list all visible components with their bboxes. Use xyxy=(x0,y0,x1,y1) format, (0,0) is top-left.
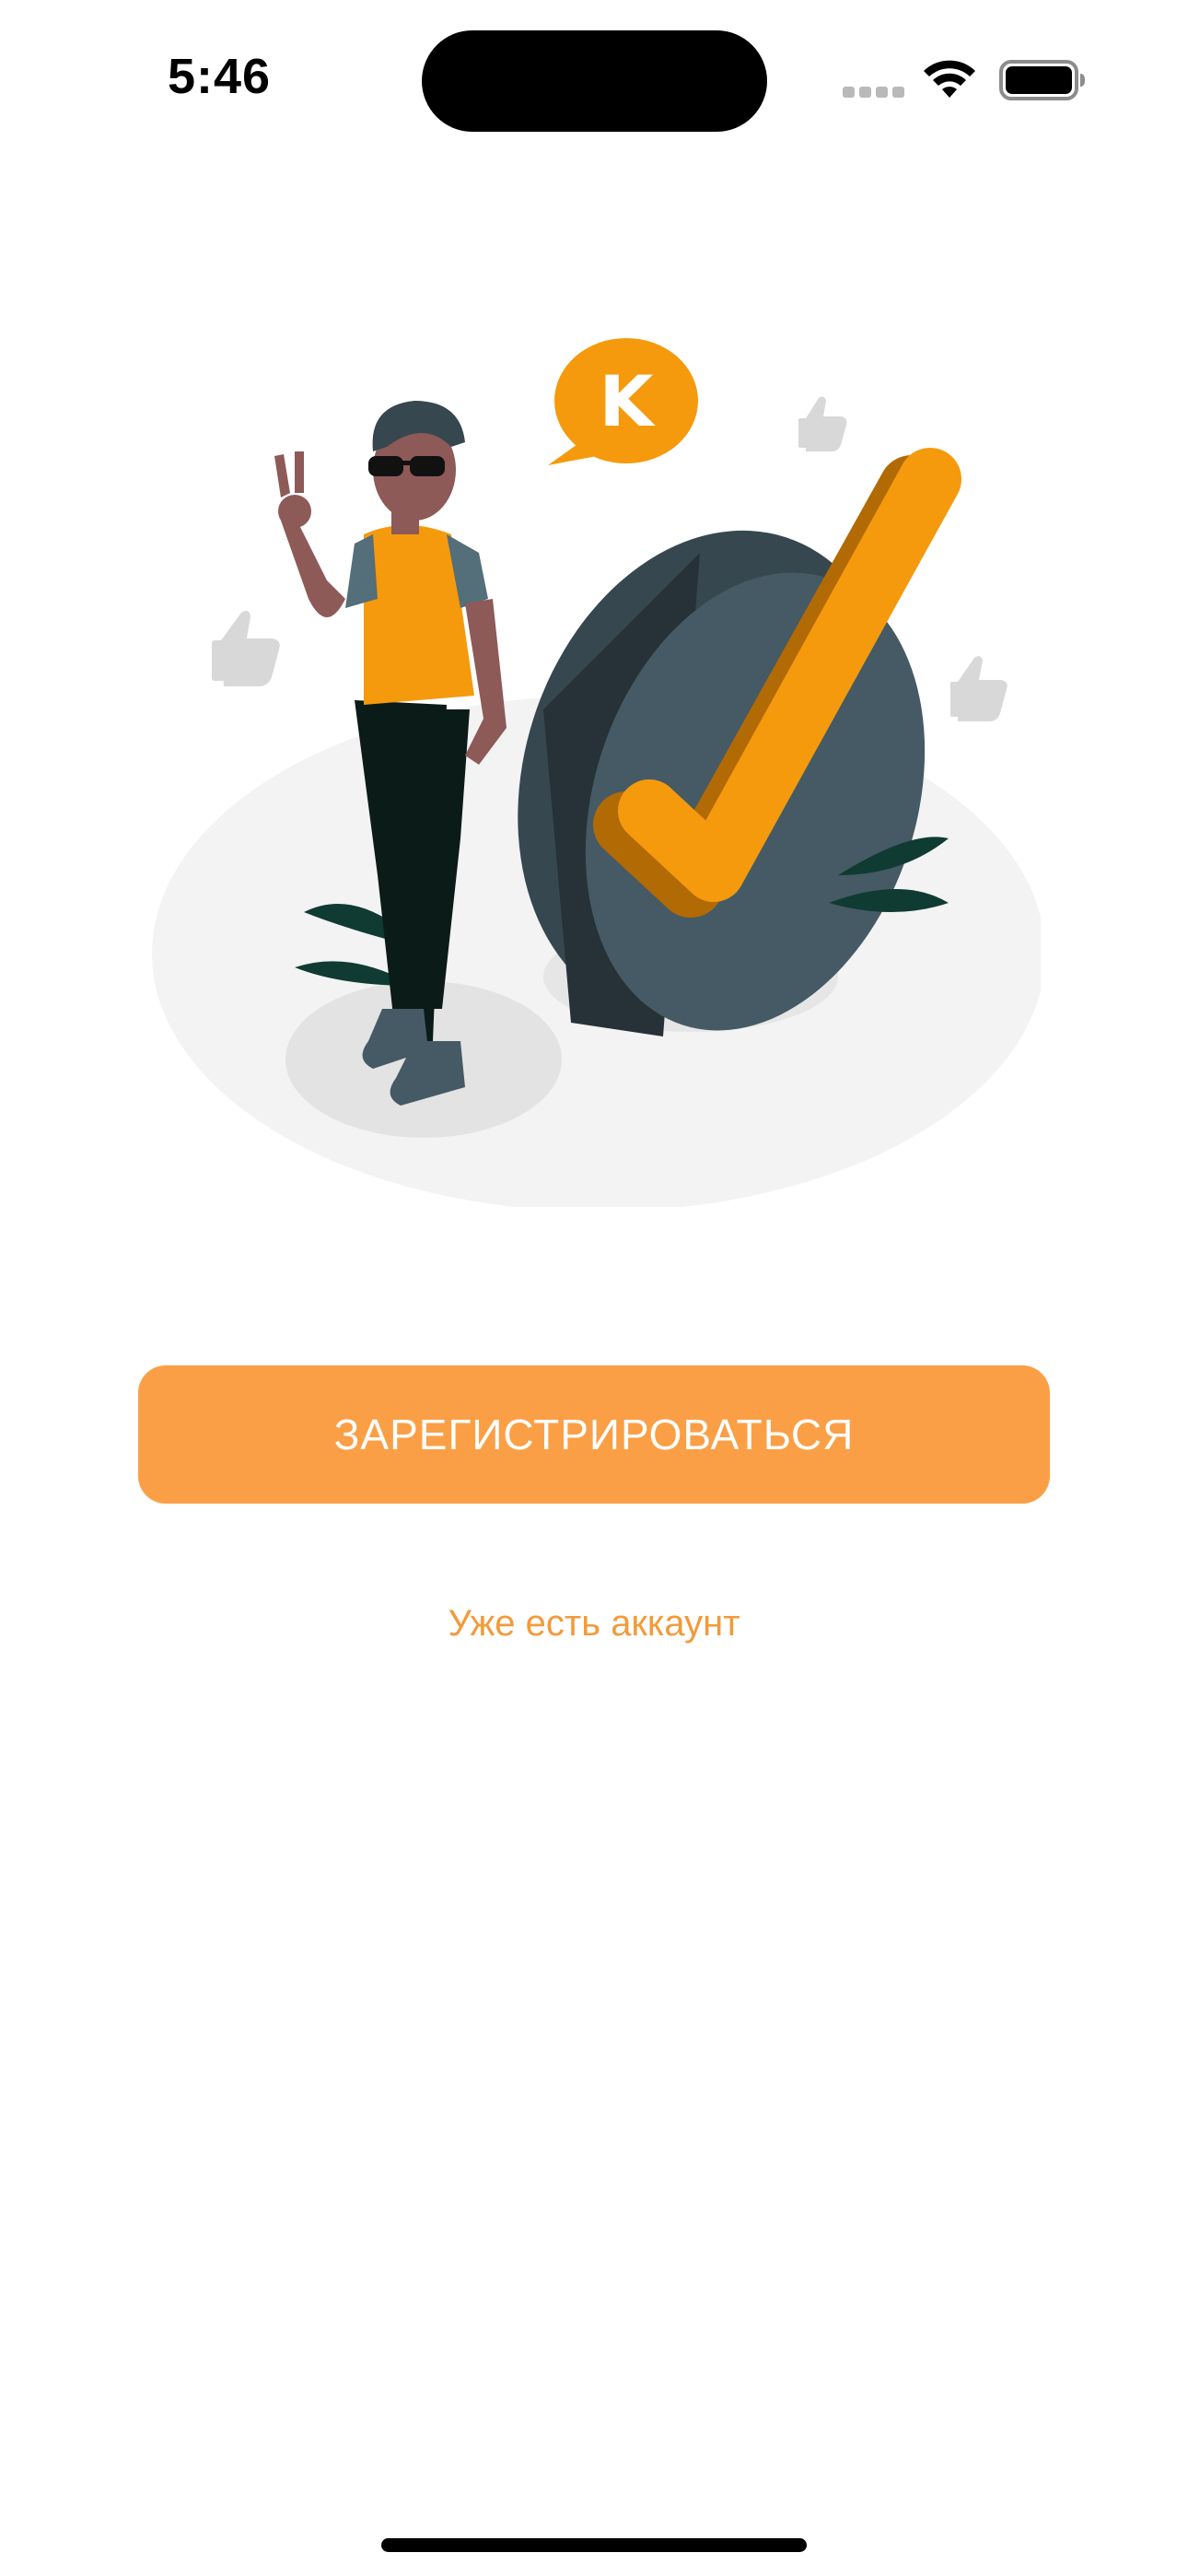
login-link[interactable]: Уже есть аккаунт xyxy=(0,1603,1188,1645)
speech-bubble-letter: K xyxy=(600,360,657,442)
thumbs-up-icon xyxy=(798,396,847,451)
status-time: 5:46 xyxy=(168,49,272,104)
battery-icon xyxy=(999,60,1085,100)
thumbs-up-icon xyxy=(212,610,280,686)
thumbs-up-icon xyxy=(950,656,1007,721)
cellular-signal-icon xyxy=(843,87,905,98)
status-bar: 5:46 xyxy=(0,0,1188,157)
success-illustration: K xyxy=(152,338,1041,1207)
home-indicator[interactable] xyxy=(381,2538,807,2552)
dynamic-island xyxy=(422,30,767,132)
onboarding-screen: 5:46 K ЗАРЕГИСТРИРОВАТЬСЯ Уже есть аккау… xyxy=(0,0,1188,2576)
wifi-icon xyxy=(924,60,975,98)
speech-bubble-icon: K xyxy=(548,338,698,465)
register-button[interactable]: ЗАРЕГИСТРИРОВАТЬСЯ xyxy=(138,1365,1050,1504)
